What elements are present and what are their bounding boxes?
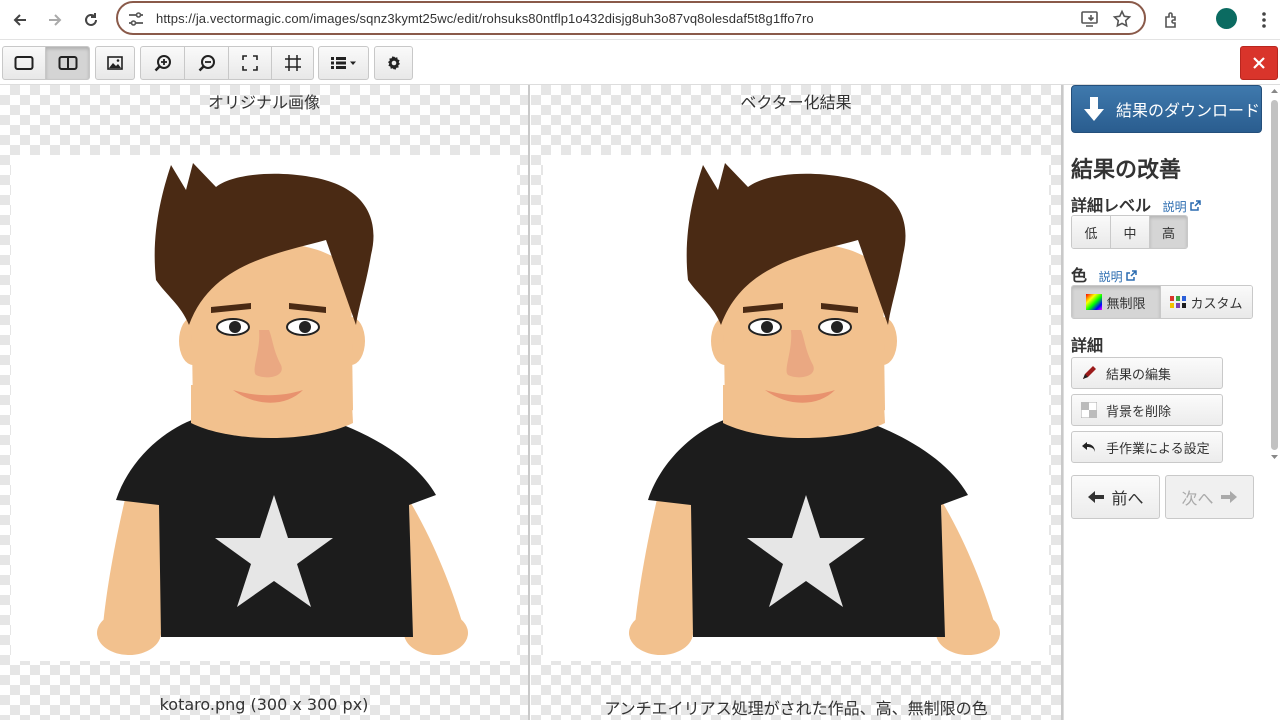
zoom-out-button[interactable] [184, 46, 229, 80]
actual-size-icon [284, 55, 301, 71]
image-view-button[interactable] [95, 46, 135, 80]
profile-avatar[interactable] [1216, 8, 1237, 29]
extensions-icon[interactable] [1158, 6, 1186, 34]
vector-result-panel[interactable]: ベクター化結果 アンチエイリアス処理がされた作品、高、無制限の色 [531, 85, 1061, 720]
arrow-left-icon [1088, 491, 1105, 503]
custom-palette-icon [1170, 296, 1187, 308]
original-title: オリジナル画像 [207, 93, 320, 112]
cartoon-boy-original-illustration [11, 155, 517, 661]
panel-divider[interactable] [528, 85, 530, 720]
original-caption: kotaro.png (300 x 300 px) [159, 695, 369, 714]
color-heading: 色 説明 [1071, 262, 1138, 286]
close-button[interactable] [1240, 46, 1278, 80]
detail-level-help-link[interactable]: 説明 [1163, 200, 1202, 214]
download-label: 結果のダウンロード [1116, 101, 1261, 120]
detail-low-option[interactable]: 低 [1072, 216, 1111, 248]
detail-medium-option[interactable]: 中 [1111, 216, 1150, 248]
result-title: ベクター化結果 [740, 93, 852, 112]
detail-level-heading: 詳細レベル 説明 [1071, 192, 1202, 216]
improve-title: 結果の改善 [1071, 158, 1182, 183]
single-pane-icon [14, 56, 34, 70]
detail-high-option[interactable]: 高 [1150, 216, 1187, 248]
manual-settings-button[interactable]: 手作業による設定 [1071, 431, 1223, 463]
scrollbar-thumb[interactable] [1271, 100, 1278, 450]
single-view-button[interactable] [2, 46, 46, 80]
zoom-in-icon [154, 55, 171, 72]
color-custom-option[interactable]: カスタム [1161, 286, 1252, 318]
detail-level-selector: 低 中 高 [1071, 215, 1188, 249]
gear-icon [387, 56, 400, 70]
browser-toolbar: https://ja.vectormagic.com/images/sqnz3k… [0, 0, 1280, 40]
menu-kebab-icon[interactable] [1250, 6, 1278, 34]
settings-button[interactable] [374, 46, 413, 80]
view-options-dropdown[interactable] [318, 46, 369, 80]
download-arrow-icon [1072, 96, 1116, 122]
split-view-button[interactable] [45, 46, 90, 80]
sidebar-scrollbar[interactable] [1269, 86, 1280, 464]
fit-screen-icon [242, 55, 258, 71]
download-result-button[interactable]: 結果のダウンロード [1071, 85, 1262, 133]
back-icon[interactable] [6, 6, 34, 34]
rainbow-palette-icon [1086, 294, 1103, 310]
original-image-panel[interactable]: オリジナル画像 kotaro.png (300 x 300 px) [0, 85, 528, 720]
external-link-icon [1126, 270, 1138, 281]
vector-result-image [543, 155, 1049, 661]
result-caption: アンチエイリアス処理がされた作品、高、無制限の色 [604, 699, 988, 718]
reload-icon[interactable] [77, 6, 105, 34]
details-title: 詳細 [1071, 336, 1104, 355]
external-link-icon [1190, 200, 1202, 211]
actual-size-button[interactable] [271, 46, 314, 80]
undo-arrow-icon [1072, 440, 1106, 454]
install-app-icon[interactable] [1080, 9, 1100, 29]
close-icon [1253, 57, 1265, 69]
pencil-icon [1072, 365, 1106, 381]
forward-icon[interactable] [41, 6, 69, 34]
split-pane-icon [58, 56, 77, 70]
next-button[interactable]: 次へ [1165, 475, 1254, 519]
arrow-right-icon [1220, 491, 1237, 503]
zoom-in-button[interactable] [140, 46, 185, 80]
color-unlimited-option[interactable]: 無制限 [1072, 286, 1161, 318]
previous-button[interactable]: 前へ [1071, 475, 1160, 519]
cartoon-boy-vector-illustration [543, 155, 1049, 661]
scroll-down-icon[interactable] [1269, 452, 1280, 462]
zoom-out-icon [198, 55, 215, 72]
url-text: https://ja.vectormagic.com/images/sqnz3k… [156, 11, 814, 26]
remove-background-button[interactable]: 背景を削除 [1071, 394, 1223, 426]
list-dropdown-icon [330, 57, 356, 69]
scroll-up-icon[interactable] [1269, 86, 1280, 96]
address-bar[interactable]: https://ja.vectormagic.com/images/sqnz3k… [116, 1, 1146, 35]
fit-button[interactable] [228, 46, 272, 80]
checkerboard-icon [1072, 402, 1106, 418]
app-toolbar [0, 42, 1280, 85]
image-icon [107, 56, 123, 70]
options-sidebar: 結果のダウンロード 結果の改善 詳細レベル 説明 低 中 高 色 説明 無制限 … [1063, 85, 1280, 720]
color-mode-selector: 無制限 カスタム [1071, 285, 1253, 319]
detail-level-title: 詳細レベル [1071, 196, 1152, 215]
color-title: 色 [1071, 266, 1088, 285]
site-settings-icon[interactable] [126, 9, 146, 29]
bookmark-star-icon[interactable] [1112, 9, 1132, 29]
original-image [11, 155, 517, 661]
edit-result-button[interactable]: 結果の編集 [1071, 357, 1223, 389]
color-help-link[interactable]: 説明 [1099, 270, 1138, 284]
